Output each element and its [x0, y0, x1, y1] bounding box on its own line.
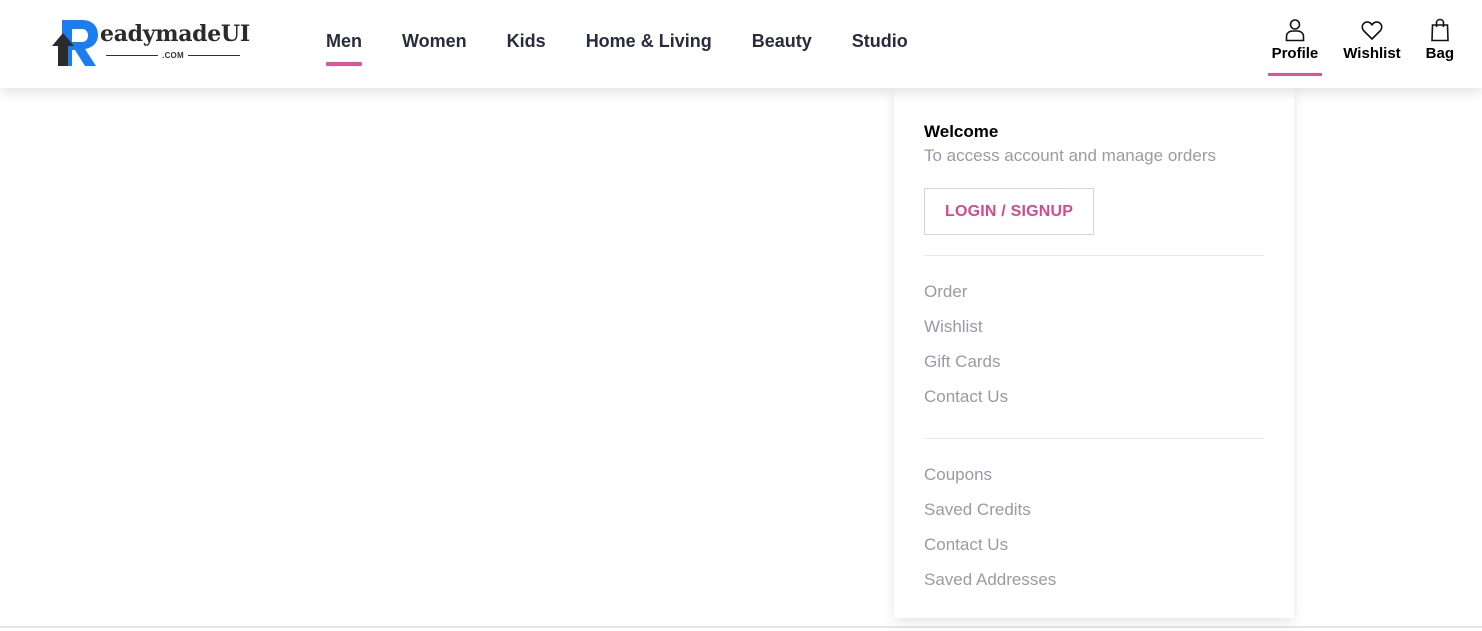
- shopping-bag-icon: [1431, 18, 1449, 42]
- nav-item-studio[interactable]: Studio: [852, 0, 908, 88]
- wishlist-label: Wishlist: [1343, 45, 1401, 62]
- logo-text: eadymadeUI: [100, 21, 250, 47]
- nav-item-men[interactable]: Men: [326, 0, 362, 88]
- header-actions: Profile Wishlist Bag: [1267, 0, 1454, 88]
- bag-button[interactable]: Bag: [1426, 0, 1454, 88]
- wishlist-button[interactable]: Wishlist: [1343, 0, 1401, 88]
- user-icon: [1285, 19, 1305, 42]
- menu-item-saved-credits[interactable]: Saved Credits: [924, 500, 1264, 535]
- main-nav: Men Women Kids Home & Living Beauty Stud…: [326, 0, 948, 88]
- profile-dropdown: Welcome To access account and manage ord…: [894, 88, 1294, 618]
- welcome-subtitle: To access account and manage orders: [924, 146, 1217, 165]
- brand-logo[interactable]: eadymadeUI .COM: [52, 18, 252, 68]
- menu-item-order[interactable]: Order: [924, 282, 1264, 317]
- menu-item-contact-us[interactable]: Contact Us: [924, 387, 1264, 422]
- menu-item-contact-us-2[interactable]: Contact Us: [924, 535, 1264, 570]
- menu-item-saved-addresses[interactable]: Saved Addresses: [924, 570, 1264, 605]
- logo-mark-icon: [52, 20, 98, 66]
- account-menu-group-1: Order Wishlist Gift Cards Contact Us: [924, 256, 1264, 422]
- page: eadymadeUI .COM Men Women Kids Home & Li…: [0, 0, 1482, 631]
- logo-rule-right: [187, 54, 240, 56]
- bag-label: Bag: [1425, 45, 1454, 62]
- menu-item-coupons[interactable]: Coupons: [924, 465, 1264, 500]
- heart-icon: [1361, 21, 1383, 41]
- profile-label: Profile: [1271, 45, 1319, 62]
- nav-item-beauty[interactable]: Beauty: [752, 0, 812, 88]
- profile-button[interactable]: Profile: [1267, 0, 1322, 88]
- site-header: eadymadeUI .COM Men Women Kids Home & Li…: [0, 0, 1482, 88]
- welcome-title: Welcome: [924, 122, 999, 141]
- nav-item-home-living[interactable]: Home & Living: [586, 0, 712, 88]
- nav-item-women[interactable]: Women: [402, 0, 467, 88]
- logo-suffix: .COM: [106, 49, 240, 61]
- menu-item-wishlist[interactable]: Wishlist: [924, 317, 1264, 352]
- menu-item-gift-cards[interactable]: Gift Cards: [924, 352, 1264, 387]
- logo-rule-left: [106, 54, 159, 56]
- nav-item-kids[interactable]: Kids: [507, 0, 546, 88]
- account-menu-group-2: Coupons Saved Credits Contact Us Saved A…: [924, 439, 1264, 605]
- page-bottom-divider: [0, 626, 1482, 628]
- login-signup-button[interactable]: LOGIN / SIGNUP: [924, 188, 1095, 235]
- logo-domain: .COM: [162, 50, 184, 60]
